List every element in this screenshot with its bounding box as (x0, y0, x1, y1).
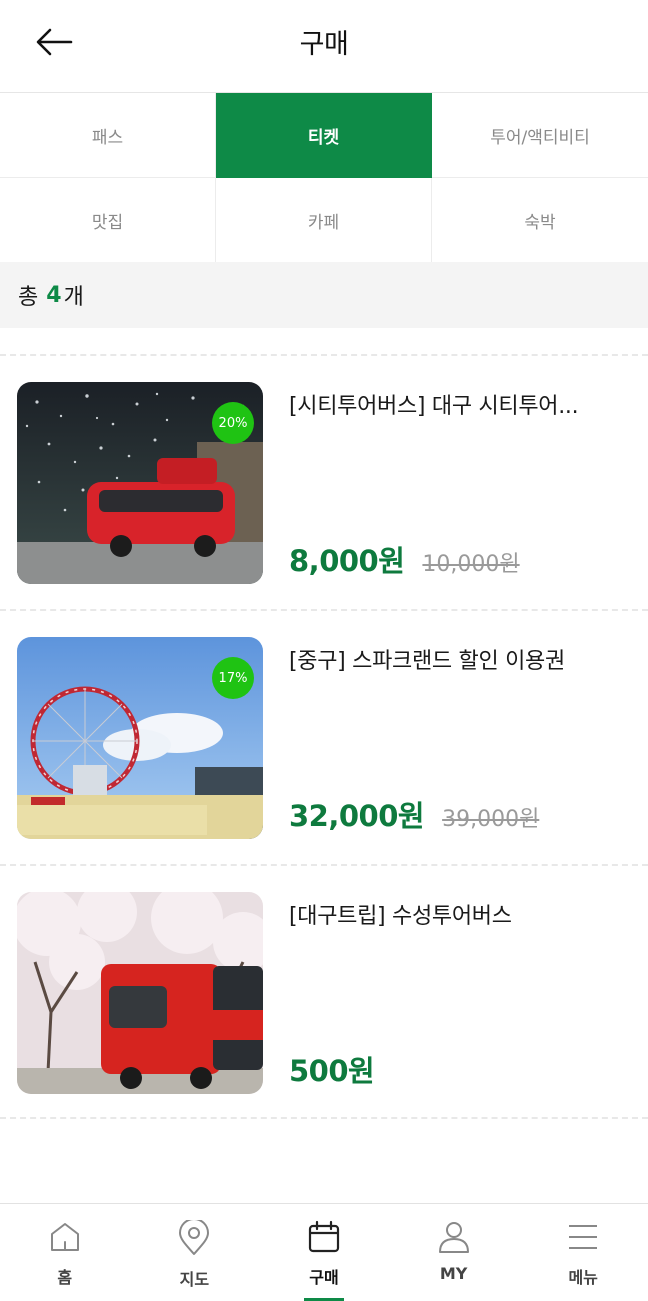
nav-menu[interactable]: 메뉴 (518, 1204, 648, 1301)
nav-my[interactable]: MY (389, 1204, 519, 1301)
sale-price: 8,000원 (289, 544, 405, 578)
tab-ticket[interactable]: 티켓 (216, 93, 432, 178)
nav-purchase[interactable]: 구매 (259, 1204, 389, 1301)
product-image: 17% (17, 637, 263, 839)
original-price: 39,000원 (442, 807, 540, 832)
nav-my-label: MY (439, 1264, 468, 1283)
list-item[interactable]: 20% [시티투어버스] 대구 시티투어... 8,000원 10,000원 (0, 354, 648, 609)
product-image: 20% (17, 382, 263, 584)
product-list: 20% [시티투어버스] 대구 시티투어... 8,000원 10,000원 1… (0, 354, 648, 1119)
sale-price: 500원 (289, 1054, 375, 1088)
home-icon (50, 1223, 79, 1251)
product-title: [중구] 스파크랜드 할인 이용권 (289, 649, 565, 674)
tab-pass[interactable]: 패스 (0, 93, 216, 178)
count-number: 4 (46, 282, 62, 308)
nav-map-label: 지도 (179, 1270, 210, 1289)
category-tabs: 패스 티켓 투어/액티비티 맛집 카페 숙박 (0, 92, 648, 263)
page-title: 구매 (299, 29, 349, 60)
original-price: 10,000원 (422, 552, 520, 577)
result-count: 총 4 개 (0, 262, 648, 328)
sale-price: 32,000원 (289, 799, 425, 833)
map-pin-icon (179, 1220, 210, 1255)
nav-map[interactable]: 지도 (130, 1204, 260, 1301)
nav-home[interactable]: 홈 (0, 1204, 130, 1301)
product-image (17, 892, 263, 1094)
menu-icon (569, 1225, 598, 1249)
nav-purchase-label: 구매 (309, 1268, 339, 1287)
tab-tour-activity[interactable]: 투어/액티비티 (432, 93, 648, 178)
nav-menu-label: 메뉴 (568, 1268, 598, 1287)
discount-badge: 17% (212, 657, 254, 699)
nav-home-label: 홈 (57, 1268, 73, 1287)
user-icon (438, 1222, 469, 1253)
product-title: [시티투어버스] 대구 시티투어... (289, 394, 579, 419)
list-item[interactable]: 17% [중구] 스파크랜드 할인 이용권 32,000원 39,000원 (0, 609, 648, 864)
price-row: 32,000원 39,000원 (289, 793, 539, 835)
count-suffix: 개 (63, 285, 84, 310)
count-prefix: 총 (18, 285, 39, 310)
calendar-icon (308, 1220, 340, 1253)
product-title: [대구트립] 수성투어버스 (289, 904, 512, 929)
tab-lodging[interactable]: 숙박 (432, 178, 648, 263)
tab-restaurant[interactable]: 맛집 (0, 178, 216, 263)
top-app-bar: 구매 (0, 0, 648, 92)
bottom-navigation: 홈 지도 구매 MY 메뉴 (0, 1203, 648, 1301)
list-item[interactable]: [대구트립] 수성투어버스 500원 (0, 864, 648, 1119)
price-row: 8,000원 10,000원 (289, 538, 520, 580)
discount-badge: 20% (212, 402, 254, 444)
price-row: 500원 (289, 1048, 375, 1090)
tab-cafe[interactable]: 카페 (216, 178, 432, 263)
